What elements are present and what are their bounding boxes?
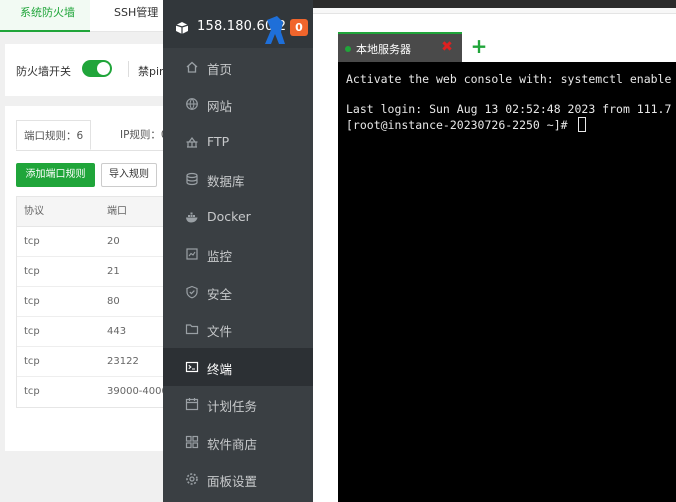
protocol-cell: tcp bbox=[24, 266, 40, 277]
server-box-icon bbox=[175, 22, 189, 34]
firewall-toggle-bar: 防火墙开关 禁ping bbox=[5, 44, 163, 96]
console-line: Last login: Sun Aug 13 02:52:48 2023 fro… bbox=[346, 102, 672, 116]
sidebar-item-label: 首页 bbox=[207, 62, 233, 77]
sidebar-item-label: 软件商店 bbox=[207, 437, 258, 452]
sidebar-item-panel-settings[interactable]: 面板设置 bbox=[163, 460, 313, 498]
table-row: tcp 23122 bbox=[17, 347, 163, 377]
port-cell: 80 bbox=[107, 296, 120, 307]
sidebar-item-files[interactable]: 文件 bbox=[163, 310, 313, 348]
port-cell: 23122 bbox=[107, 356, 139, 367]
connection-status-dot bbox=[345, 46, 351, 52]
sidebar-item-website[interactable]: 网站 bbox=[163, 85, 313, 123]
protocol-cell: tcp bbox=[24, 296, 40, 307]
shield-icon bbox=[186, 285, 198, 299]
sidebar-item-app-store[interactable]: 软件商店 bbox=[163, 423, 313, 461]
terminal-panel: 本地服务器 ✖ + Activate the web console with:… bbox=[313, 0, 676, 502]
firewall-top-tabs: 系统防火墙 SSH管理 bbox=[0, 0, 163, 32]
port-cell: 39000-40000 bbox=[107, 386, 163, 397]
sidebar-item-home[interactable]: 首页 bbox=[163, 48, 313, 86]
port-rules-card: 端口规则：6 IP规则：0 添加端口规则 导入规则 协议 端口 tcp 20 t… bbox=[5, 106, 163, 451]
sidebar-item-label: 监控 bbox=[207, 249, 233, 264]
terminal-icon bbox=[185, 361, 199, 373]
sidebar-item-monitor[interactable]: 监控 bbox=[163, 235, 313, 273]
console-prompt-line: [root@instance-20230726-2250 ~]# bbox=[346, 117, 587, 132]
sidebar: 158.180.60.2 0 首页 网站 FTP 数据库 Docker 监控 安… bbox=[163, 0, 313, 502]
sidebar-item-label: 面板设置 bbox=[207, 474, 258, 489]
terminal-tab-bar: 本地服务器 ✖ + bbox=[338, 32, 676, 62]
protocol-cell: tcp bbox=[24, 356, 40, 367]
apps-icon bbox=[185, 435, 199, 449]
port-cell: 443 bbox=[107, 326, 127, 337]
sidebar-item-label: 网站 bbox=[207, 99, 233, 114]
add-tab-button[interactable]: + bbox=[470, 35, 488, 57]
close-icon[interactable]: ✖ bbox=[440, 39, 454, 55]
protocol-cell: tcp bbox=[24, 386, 40, 397]
firewall-page: 系统防火墙 SSH管理 防火墙开关 禁ping 端口规则：6 IP规则：0 添加… bbox=[0, 0, 163, 502]
firewall-switch-label: 防火墙开关 bbox=[16, 65, 71, 78]
sidebar-item-cron[interactable]: 计划任务 bbox=[163, 385, 313, 423]
terminal-tab-title: 本地服务器 bbox=[356, 43, 411, 56]
sidebar-item-label: FTP bbox=[207, 134, 230, 149]
home-icon bbox=[186, 61, 198, 73]
port-cell: 21 bbox=[107, 266, 120, 277]
database-icon bbox=[186, 172, 198, 186]
column-header-port: 端口 bbox=[107, 206, 127, 217]
redaction-mark-icon bbox=[265, 16, 285, 44]
protocol-cell: tcp bbox=[24, 326, 40, 337]
firewall-switch[interactable] bbox=[82, 60, 112, 77]
sidebar-item-database[interactable]: 数据库 bbox=[163, 160, 313, 198]
port-cell: 20 bbox=[107, 236, 120, 247]
tab-ssh-management[interactable]: SSH管理 bbox=[98, 0, 158, 32]
sidebar-item-terminal[interactable]: 终端 bbox=[163, 348, 313, 386]
sidebar-item-ftp[interactable]: FTP bbox=[163, 123, 313, 161]
panel-top-border bbox=[313, 0, 676, 8]
import-rules-button[interactable]: 导入规则 bbox=[101, 163, 157, 187]
console-line: Activate the web console with: systemctl… bbox=[346, 72, 672, 86]
add-port-rule-button[interactable]: 添加端口规则 bbox=[16, 163, 95, 187]
divider bbox=[128, 61, 129, 77]
sidebar-item-label: 数据库 bbox=[207, 174, 245, 189]
table-row: tcp 80 bbox=[17, 287, 163, 317]
sidebar-item-label: 计划任务 bbox=[207, 399, 258, 414]
column-header-protocol: 协议 bbox=[24, 206, 44, 217]
table-header: 协议 端口 bbox=[17, 197, 163, 227]
protocol-cell: tcp bbox=[24, 236, 40, 247]
sidebar-item-security[interactable]: 安全 bbox=[163, 273, 313, 311]
terminal-tab[interactable]: 本地服务器 ✖ bbox=[338, 32, 462, 62]
sidebar-item-docker[interactable]: Docker bbox=[163, 198, 313, 236]
panel-top-strip bbox=[313, 8, 676, 14]
table-row: tcp 21 bbox=[17, 257, 163, 287]
subtab-ip-rules[interactable]: IP规则：0 bbox=[113, 120, 163, 150]
tab-system-firewall[interactable]: 系统防火墙 bbox=[0, 0, 90, 32]
folder-icon bbox=[185, 324, 199, 335]
notification-badge[interactable]: 0 bbox=[290, 19, 308, 36]
table-row: tcp 443 bbox=[17, 317, 163, 347]
globe-icon bbox=[186, 98, 198, 111]
ping-switch-label: 禁ping bbox=[138, 65, 163, 78]
sidebar-item-label: 安全 bbox=[207, 287, 233, 302]
table-row: tcp 20 bbox=[17, 227, 163, 257]
sidebar-item-label: Docker bbox=[207, 209, 251, 224]
text-cursor bbox=[578, 117, 587, 132]
terminal-console[interactable]: Activate the web console with: systemctl… bbox=[338, 62, 676, 502]
table-row: tcp 39000-40000 bbox=[17, 377, 163, 407]
console-prompt: [root@instance-20230726-2250 ~]# bbox=[346, 118, 575, 132]
sidebar-header: 158.180.60.2 0 bbox=[163, 0, 313, 48]
calendar-icon bbox=[185, 398, 199, 411]
sidebar-item-label: 文件 bbox=[207, 324, 233, 339]
sidebar-item-label: 终端 bbox=[207, 362, 233, 377]
subtab-port-rules[interactable]: 端口规则：6 bbox=[16, 120, 92, 150]
port-rules-table: 协议 端口 tcp 20 tcp 21 tcp 80 tcp 443 tcp 2… bbox=[16, 196, 163, 408]
monitor-icon bbox=[186, 248, 198, 260]
subtab-divider bbox=[16, 150, 163, 151]
settings-icon bbox=[186, 473, 198, 485]
ftp-icon bbox=[186, 137, 198, 148]
docker-icon bbox=[186, 212, 198, 223]
